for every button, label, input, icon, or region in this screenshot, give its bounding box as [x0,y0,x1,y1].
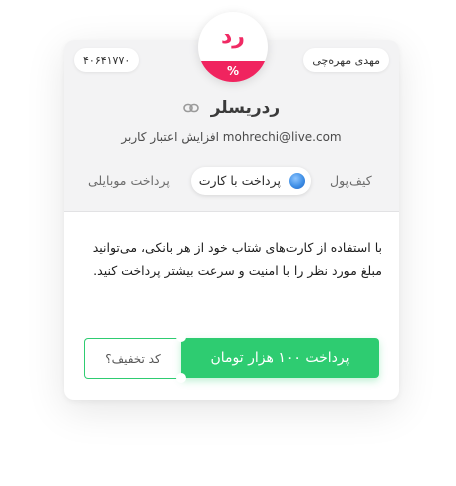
tab-card-payment[interactable]: پرداخت با کارت [191,167,311,195]
card-globe-icon [289,173,305,189]
logo-text: رد [221,24,245,49]
owner-name-badge: مهدی مهره‌چی [303,48,389,72]
payment-description: با استفاده از کارت‌های شتاب خود از هر با… [92,240,382,278]
coupon-button[interactable]: کد تخفیف؟ [84,338,183,379]
tab-wallet[interactable]: کیف‌پول [330,167,372,195]
discount-percent-band: % [198,61,268,82]
merchant-name: ردریسلر [210,98,281,118]
tab-card-payment-label: پرداخت با کارت [198,173,281,188]
link-icon[interactable] [182,98,199,118]
merchant-subtitle: mohrechi@live.com افزایش اعتبار کاربر [121,130,342,144]
pay-button[interactable]: پرداخت ۱۰۰ هزار تومان [181,338,379,378]
merchant-logo: رد % [198,12,268,82]
payment-method-tabs: کیف‌پول پرداخت با کارت پرداخت موبایلی [64,167,399,195]
payment-card: ۴۰۶۴۱۷۷۰ مهدی مهره‌چی ردریسلر mohrechi@l… [64,40,399,400]
ticket-notch-top [176,332,186,342]
phone-badge: ۴۰۶۴۱۷۷۰ [74,48,140,72]
ticket-notch-bottom [176,373,186,383]
tab-mobile-payment[interactable]: پرداخت موبایلی [88,167,170,195]
merchant-title: ردریسلر [64,98,399,118]
